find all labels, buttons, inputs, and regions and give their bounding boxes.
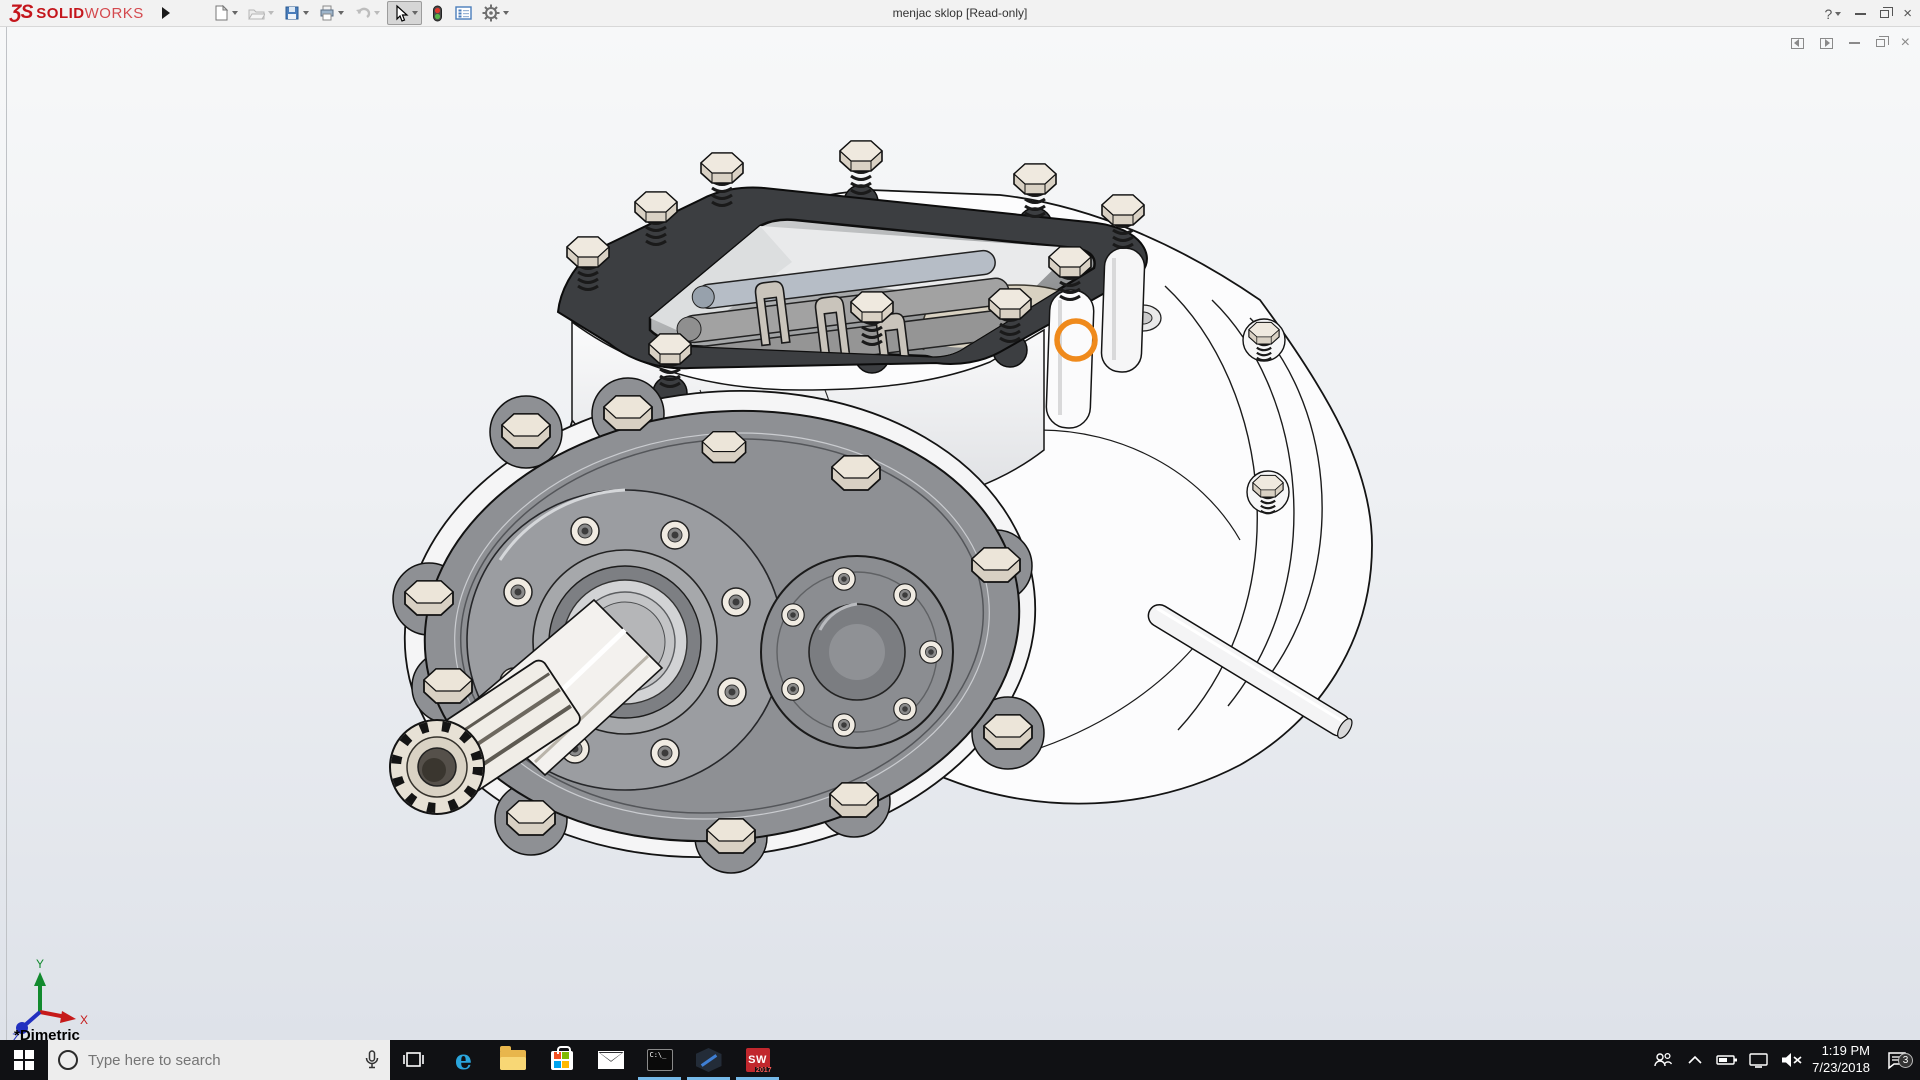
taskbar-icons: e C:\_ SW 2017: [390, 1040, 782, 1080]
tray-time: 1:19 PM: [1812, 1043, 1870, 1060]
close-icon: ×: [1903, 6, 1912, 21]
svg-text:Y: Y: [36, 957, 44, 971]
open-button[interactable]: [245, 3, 277, 23]
network-icon[interactable]: [1748, 1052, 1770, 1068]
restore-icon: [1880, 10, 1889, 18]
gear-icon: [482, 4, 500, 22]
edge-icon: e: [455, 1047, 472, 1074]
undo-button[interactable]: [351, 3, 383, 23]
minimize-icon: [1855, 13, 1866, 15]
undo-caret-icon: [374, 11, 380, 15]
toolbar-expand-icon[interactable]: [162, 7, 170, 19]
task-view-icon: [403, 1048, 427, 1072]
select-tool-button[interactable]: [387, 1, 422, 25]
print-button[interactable]: [316, 3, 347, 23]
mail-icon: [598, 1051, 624, 1069]
notification-count-badge: 3: [1898, 1053, 1913, 1068]
taskbar-item-edge[interactable]: e: [439, 1040, 488, 1080]
print-icon: [319, 5, 335, 21]
new-document-button[interactable]: [210, 3, 241, 23]
restore-button[interactable]: [1880, 10, 1889, 18]
taskbar-item-edrawings[interactable]: [684, 1040, 733, 1080]
window-controls: ? ×: [1824, 0, 1912, 27]
help-button[interactable]: ?: [1824, 6, 1841, 22]
svg-text:X: X: [80, 1013, 88, 1027]
taskbar-clock[interactable]: 1:19 PM 7/23/2018: [1812, 1043, 1870, 1077]
tray-date: 7/23/2018: [1812, 1060, 1870, 1077]
pane-right-button[interactable]: [1820, 38, 1833, 49]
options-button[interactable]: [479, 2, 512, 24]
solidworks-2017-icon: SW 2017: [746, 1048, 770, 1072]
tray-overflow-chevron-icon[interactable]: [1684, 1054, 1706, 1066]
new-caret-icon[interactable]: [232, 11, 238, 15]
solidworks-logo-mark: ƷS: [10, 2, 32, 24]
solidworks-logo: ƷS SOLID WORKS: [0, 2, 144, 24]
action-center-button[interactable]: 3: [1880, 1050, 1914, 1070]
start-button[interactable]: [0, 1040, 48, 1080]
windows-taskbar: e C:\_ SW 2017: [0, 1040, 1920, 1080]
edrawings-icon: [696, 1048, 722, 1072]
windows-logo-icon: [14, 1050, 34, 1070]
quick-toolbar: [210, 1, 512, 25]
pane-left-button[interactable]: [1791, 38, 1804, 49]
system-tray: 1:19 PM 7/23/2018 3: [1652, 1040, 1920, 1080]
running-indicator: [638, 1077, 681, 1080]
cortana-icon: [58, 1050, 78, 1070]
command-prompt-icon: C:\_: [647, 1049, 673, 1071]
save-button[interactable]: [281, 3, 312, 23]
titlebar: ƷS SOLID WORKS: [0, 0, 1920, 27]
open-icon: [248, 5, 265, 21]
secondary-flange[interactable]: [761, 556, 953, 748]
taskbar-item-mail[interactable]: [586, 1040, 635, 1080]
battery-icon[interactable]: [1716, 1053, 1738, 1067]
gearbox-assembly[interactable]: Y X Z: [12, 141, 1372, 1040]
taskbar-item-solidworks[interactable]: SW 2017: [733, 1040, 782, 1080]
minimize-button[interactable]: [1855, 13, 1866, 15]
display-pane-button[interactable]: [452, 3, 475, 23]
save-caret-icon[interactable]: [303, 11, 309, 15]
doc-close-button[interactable]: ×: [1901, 35, 1910, 51]
select-cursor-icon: [391, 4, 409, 22]
rebuild-traffic-light-button[interactable]: [426, 3, 448, 24]
taskbar-item-command-prompt[interactable]: C:\_: [635, 1040, 684, 1080]
taskbar-item-file-explorer[interactable]: [488, 1040, 537, 1080]
store-icon: [551, 1051, 573, 1070]
document-window-controls: ×: [1791, 35, 1910, 51]
taskbar-item-store[interactable]: [537, 1040, 586, 1080]
search-input[interactable]: [88, 1052, 354, 1069]
help-caret-icon[interactable]: [1835, 12, 1841, 16]
open-caret-icon: [268, 11, 274, 15]
doc-minimize-button[interactable]: [1849, 42, 1860, 44]
print-caret-icon[interactable]: [338, 11, 344, 15]
save-icon: [284, 5, 300, 21]
close-button[interactable]: ×: [1903, 6, 1912, 21]
volume-muted-icon[interactable]: [1780, 1052, 1802, 1068]
gearbox-model[interactable]: Y X Z: [0, 27, 1920, 1040]
task-view-button[interactable]: [390, 1040, 439, 1080]
display-pane-icon: [455, 5, 472, 21]
doc-restore-button[interactable]: [1876, 39, 1885, 47]
running-indicator: [736, 1077, 779, 1080]
options-caret-icon[interactable]: [503, 11, 509, 15]
running-indicator: [687, 1077, 730, 1080]
view-orientation-label: *Dimetric: [14, 1027, 80, 1044]
new-document-icon: [213, 5, 229, 21]
file-explorer-icon: [500, 1050, 526, 1070]
taskbar-search[interactable]: [48, 1040, 390, 1080]
microphone-icon[interactable]: [364, 1050, 380, 1070]
select-caret-icon[interactable]: [412, 11, 418, 15]
people-icon[interactable]: [1652, 1050, 1674, 1070]
graphics-viewport[interactable]: ×: [0, 27, 1920, 1040]
undo-icon: [354, 5, 371, 21]
traffic-light-icon: [429, 5, 445, 22]
